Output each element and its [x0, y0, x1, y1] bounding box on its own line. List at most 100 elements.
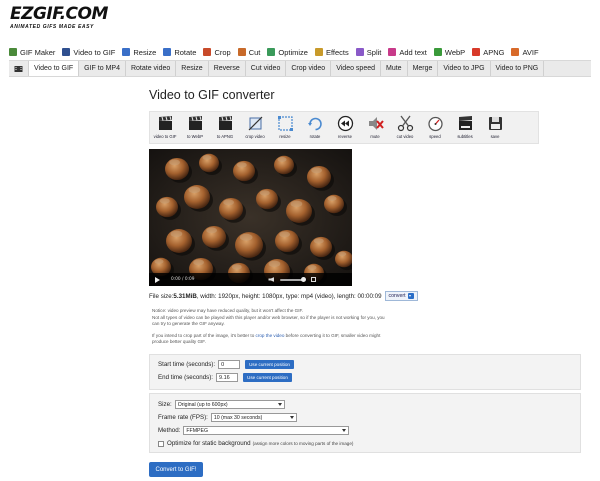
- file-info-prefix: File size:: [149, 292, 174, 300]
- tool-label: to WebP: [187, 134, 203, 139]
- site-logo[interactable]: EZGIF.COM ANIMATED GIFS MADE EASY: [10, 6, 110, 34]
- subtitles-icon: [457, 115, 474, 132]
- convert-to-gif-button[interactable]: Convert to GIF!: [149, 462, 203, 477]
- tool-button[interactable]: resize: [270, 112, 300, 143]
- tool-button[interactable]: to WebP: [180, 112, 210, 143]
- notice-line-2: Not all types of video can be played wit…: [152, 314, 385, 327]
- main-nav-item[interactable]: WebP: [433, 47, 466, 57]
- end-use-position-button[interactable]: Use current position: [243, 373, 292, 382]
- start-use-position-button[interactable]: Use current position: [245, 360, 294, 369]
- webp-icon: [433, 48, 442, 56]
- tool-label: crop video: [245, 134, 265, 139]
- tool-label: resize: [279, 134, 291, 139]
- main-nav-item[interactable]: Crop: [203, 47, 231, 57]
- main-nav-item[interactable]: GIF Maker: [9, 48, 55, 57]
- logo-tagline: ANIMATED GIFS MADE EASY: [10, 24, 94, 30]
- method-label: Method:: [158, 427, 181, 434]
- main-nav-label: WebP: [444, 47, 466, 57]
- time-range-panel: Start time (seconds): 0 Use current posi…: [149, 354, 581, 390]
- rotate-icon: [163, 48, 172, 56]
- clapperboard-icon: [187, 115, 204, 132]
- main-nav-item[interactable]: Optimize: [267, 48, 308, 57]
- tool-button[interactable]: reverse: [330, 112, 360, 143]
- main-nav-item[interactable]: Split: [355, 48, 381, 57]
- fullscreen-icon[interactable]: [311, 277, 317, 282]
- sub-nav-tab[interactable]: Rotate video: [126, 61, 177, 76]
- sub-nav-tab[interactable]: Video to JPG: [438, 61, 491, 76]
- sub-nav-tab[interactable]: Video speed: [331, 61, 381, 76]
- tool-button[interactable]: save: [480, 112, 510, 143]
- sub-nav-tab[interactable]: Reverse: [209, 61, 246, 76]
- convert-label: convert: [388, 293, 406, 299]
- fps-select-value: 10 (max 30 seconds): [213, 414, 263, 421]
- tool-button[interactable]: video to GIF: [150, 112, 180, 143]
- volume-icon[interactable]: [268, 277, 275, 282]
- tool-button[interactable]: subtitles: [450, 112, 480, 143]
- main-nav-item[interactable]: Resize: [122, 48, 156, 57]
- tool-label: reverse: [338, 134, 352, 139]
- end-time-input[interactable]: 9.16: [216, 373, 239, 382]
- video-player[interactable]: 0:00 / 0:09: [149, 149, 352, 286]
- sub-nav-tab[interactable]: Crop video: [286, 61, 332, 76]
- main-nav-item[interactable]: AVIF: [511, 47, 539, 57]
- tool-label: rotate: [309, 134, 321, 139]
- scissors-icon: [397, 115, 414, 132]
- volume-slider[interactable]: [280, 277, 307, 282]
- crop-video-link[interactable]: crop the video: [256, 333, 285, 338]
- main-nav-label: Crop: [214, 47, 231, 57]
- tool-button[interactable]: crop video: [240, 112, 270, 143]
- file-info: File size: 5.31MiB , width: 1920px, heig…: [149, 291, 418, 301]
- method-select-value: FFMPEG: [186, 427, 208, 434]
- sub-nav-tab[interactable]: Resize: [176, 61, 209, 76]
- chevron-down-icon: [289, 416, 294, 419]
- optimize-icon: [267, 48, 276, 56]
- convert-dropdown[interactable]: convert: [384, 291, 418, 301]
- video-time: 0:00 / 0:09: [171, 277, 195, 282]
- crop-icon: [203, 48, 212, 56]
- main-nav-item[interactable]: Effects: [314, 48, 349, 57]
- tool-label: video to GIF: [153, 134, 177, 139]
- size-select[interactable]: Original (up to 600px): [174, 400, 285, 409]
- file-info-details: , width: 1920px, height: 1080px, type: m…: [196, 292, 382, 300]
- resize-icon: [122, 48, 131, 56]
- optimize-checkbox[interactable]: [158, 440, 164, 447]
- sub-nav-tab[interactable]: GIF to MP4: [79, 61, 126, 76]
- sub-nav-tab[interactable]: Merge: [408, 61, 439, 76]
- sub-nav-tab[interactable]: Cut video: [246, 61, 287, 76]
- main-nav-label: AVIF: [522, 47, 539, 57]
- tool-label: speed: [429, 134, 441, 139]
- tool-label: save: [490, 134, 500, 139]
- video-icon: [62, 48, 71, 56]
- video-controls: 0:00 / 0:09: [149, 273, 352, 286]
- tool-button[interactable]: rotate: [300, 112, 330, 143]
- main-nav-item[interactable]: Video to GIF: [62, 48, 115, 57]
- avif-icon: [511, 48, 520, 56]
- fps-select[interactable]: 10 (max 30 seconds): [210, 413, 297, 422]
- main-nav-item[interactable]: Cut: [237, 48, 260, 57]
- file-size: 5.31MiB: [173, 292, 197, 300]
- sub-nav-tab[interactable]: Mute: [381, 61, 408, 76]
- main-nav-item[interactable]: Add text: [388, 48, 427, 57]
- tool-button[interactable]: speed: [420, 112, 450, 143]
- speed-icon: [427, 115, 444, 132]
- dropdown-arrow-icon: [407, 293, 414, 299]
- main-nav-label: Add text: [399, 47, 427, 57]
- tool-button[interactable]: mute: [360, 112, 390, 143]
- resize-video-icon: [277, 115, 294, 132]
- mute-icon: [367, 115, 384, 132]
- start-time-input[interactable]: 0: [218, 360, 241, 369]
- sub-nav-tab[interactable]: Video to PNG: [491, 61, 545, 76]
- main-nav: GIF Maker Video to GIF Resize Rotate Crop Cut…: [9, 45, 546, 59]
- main-nav-item[interactable]: Rotate: [163, 48, 196, 57]
- tool-button[interactable]: to APNG: [210, 112, 240, 143]
- home-icon[interactable]: [9, 61, 29, 76]
- main-nav-label: Resize: [133, 47, 157, 57]
- video-toolbar: video to GIF to WebP to APNG crop video resi…: [149, 111, 539, 144]
- play-icon[interactable]: [155, 276, 160, 283]
- sub-nav-tab[interactable]: Video to GIF: [29, 61, 80, 76]
- main-nav-item[interactable]: APNG: [472, 48, 504, 57]
- main-nav-label: Optimize: [278, 47, 308, 57]
- method-select[interactable]: FFMPEG: [183, 426, 350, 435]
- tool-button[interactable]: cut video: [390, 112, 420, 143]
- sub-nav: Video to GIF GIF to MP4 Rotate video Resize…: [9, 60, 591, 77]
